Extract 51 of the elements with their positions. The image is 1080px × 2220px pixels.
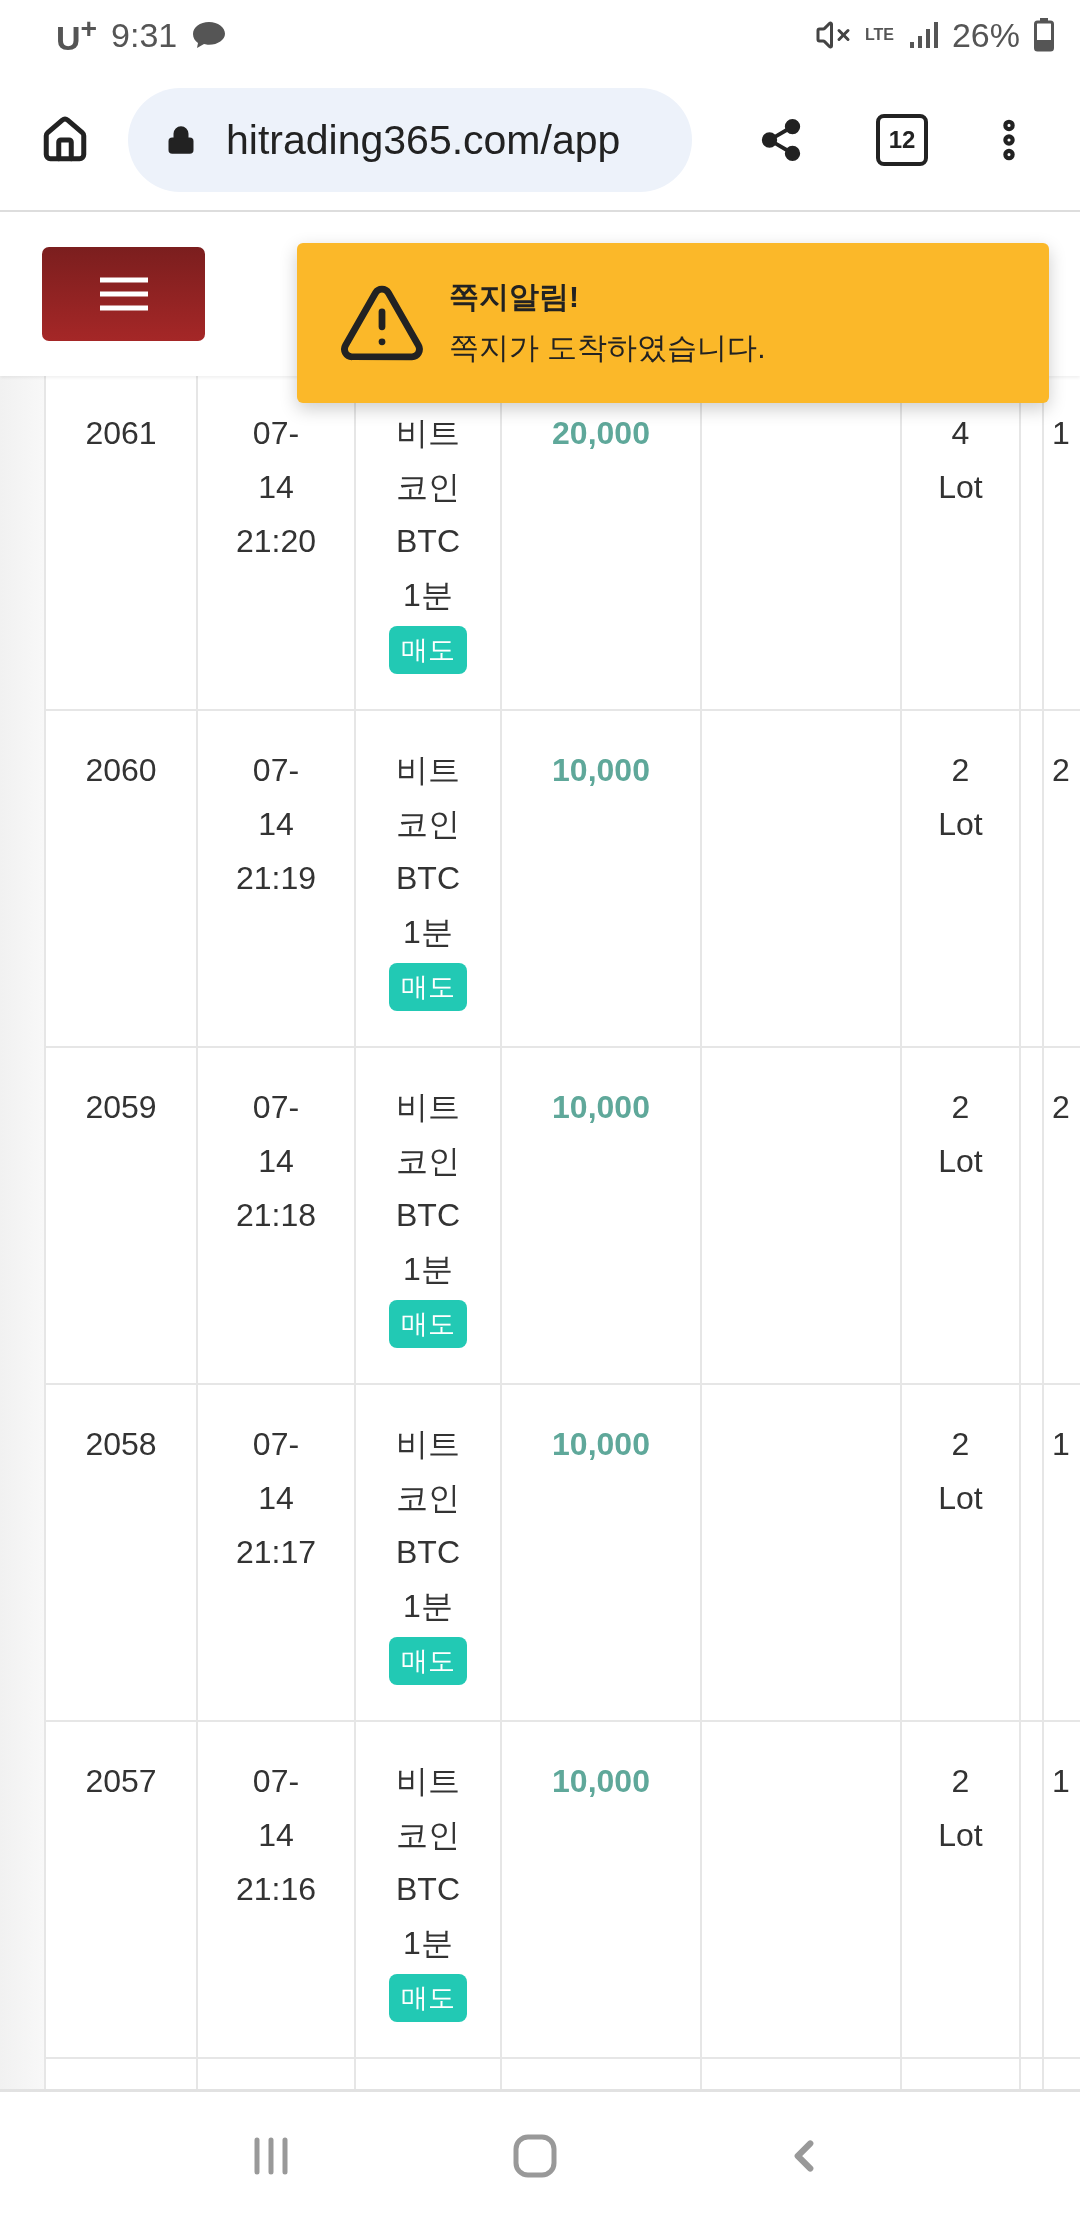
number-cell-text: 2057	[85, 1762, 157, 1801]
lot-cell-text: 2 Lot	[938, 1762, 983, 1855]
sell-tag: 매도	[389, 1300, 467, 1348]
clock: 9:31	[111, 15, 178, 55]
toast-message: 쪽지가 도착하였습니다.	[449, 330, 766, 366]
product-cell-text: 비트 코인 BTC 1분	[396, 1088, 460, 1289]
table-cell-text: 1	[1052, 1425, 1070, 1464]
lot-cell-text: 4 Lot	[938, 414, 983, 507]
tab-count-button[interactable]: 12	[876, 114, 928, 166]
battery-percent: 26%	[951, 15, 1020, 55]
amount-cell-text: 10,000	[552, 1088, 650, 1127]
datetime-cell-text: 07- 14 21:16	[235, 1762, 317, 1909]
network-label: LTE	[864, 26, 894, 44]
amount-cell-text: 10,000	[552, 1762, 650, 1801]
sell-tag: 매도	[389, 626, 467, 674]
sell-tag: 매도	[389, 1637, 467, 1685]
signal-icon	[907, 20, 938, 50]
sell-tag: 매도	[389, 963, 467, 1011]
table-cell-text: 1	[1052, 1762, 1070, 1801]
toast-title: 쪽지알림!	[449, 279, 580, 315]
product-cell-text: 비트 코인 BTC 1분	[396, 751, 460, 952]
amount-cell-text: 10,000	[552, 751, 650, 790]
product-cell-text: 비트 코인 BTC 1분	[396, 1762, 460, 1963]
product-cell-text: 비트 코인 BTC 1분	[396, 1425, 460, 1626]
home-button-icon[interactable]	[513, 2134, 557, 2178]
datetime-cell-text: 07- 14 21:17	[235, 1425, 317, 1572]
sell-tag: 매도	[389, 1974, 467, 2022]
amount-cell-text: 10,000	[552, 1425, 650, 1464]
table-cell-text: 2	[1052, 751, 1070, 790]
address-bar[interactable]: hitrading365.com/app	[128, 88, 692, 192]
datetime-cell-text: 07- 14 21:20	[235, 414, 317, 561]
number-cell-text: 2060	[85, 751, 157, 790]
number-cell-text: 2059	[85, 1088, 157, 1127]
carrier-label: U$^{+}$	[56, 11, 98, 59]
table-cell-text: 2	[1052, 1088, 1070, 1127]
lot-cell-text: 2 Lot	[938, 751, 983, 844]
number-cell-text: 2061	[85, 414, 157, 453]
lot-cell-text: 2 Lot	[938, 1088, 983, 1181]
amount-cell-text: 20,000	[552, 414, 650, 453]
product-cell-text: 비트 코인 BTC 1분	[396, 414, 460, 615]
datetime-cell-text: 07- 14 21:19	[235, 751, 317, 898]
chat-icon	[191, 20, 228, 50]
lock-icon	[166, 125, 196, 155]
url-text: hitrading365.com/app	[226, 116, 621, 164]
battery-icon	[1034, 18, 1054, 52]
menu-button[interactable]	[42, 247, 205, 341]
datetime-cell-text: 07- 14 21:18	[235, 1088, 317, 1235]
number-cell-text: 2058	[85, 1425, 157, 1464]
table-cell-text: 1	[1052, 414, 1070, 453]
lot-cell-text: 2 Lot	[938, 1425, 983, 1518]
menu-icon	[99, 277, 148, 311]
